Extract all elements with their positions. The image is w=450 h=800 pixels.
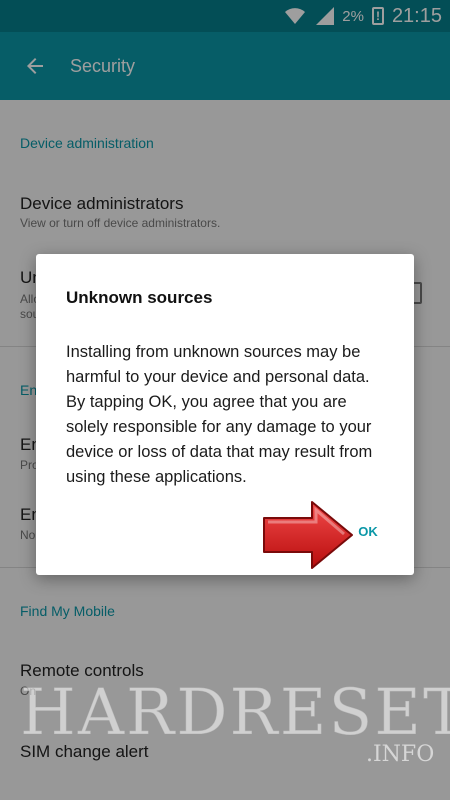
watermark-logo-sub: .INFO	[366, 742, 435, 767]
dialog-title: Unknown sources	[66, 288, 213, 307]
unknown-sources-dialog: Unknown sources Installing from unknown …	[36, 254, 414, 575]
dialog-message: Installing from unknown sources may be h…	[66, 343, 373, 486]
watermark-logo: HARDRESET	[20, 676, 450, 751]
red-arrow-annotation-icon	[263, 501, 353, 569]
